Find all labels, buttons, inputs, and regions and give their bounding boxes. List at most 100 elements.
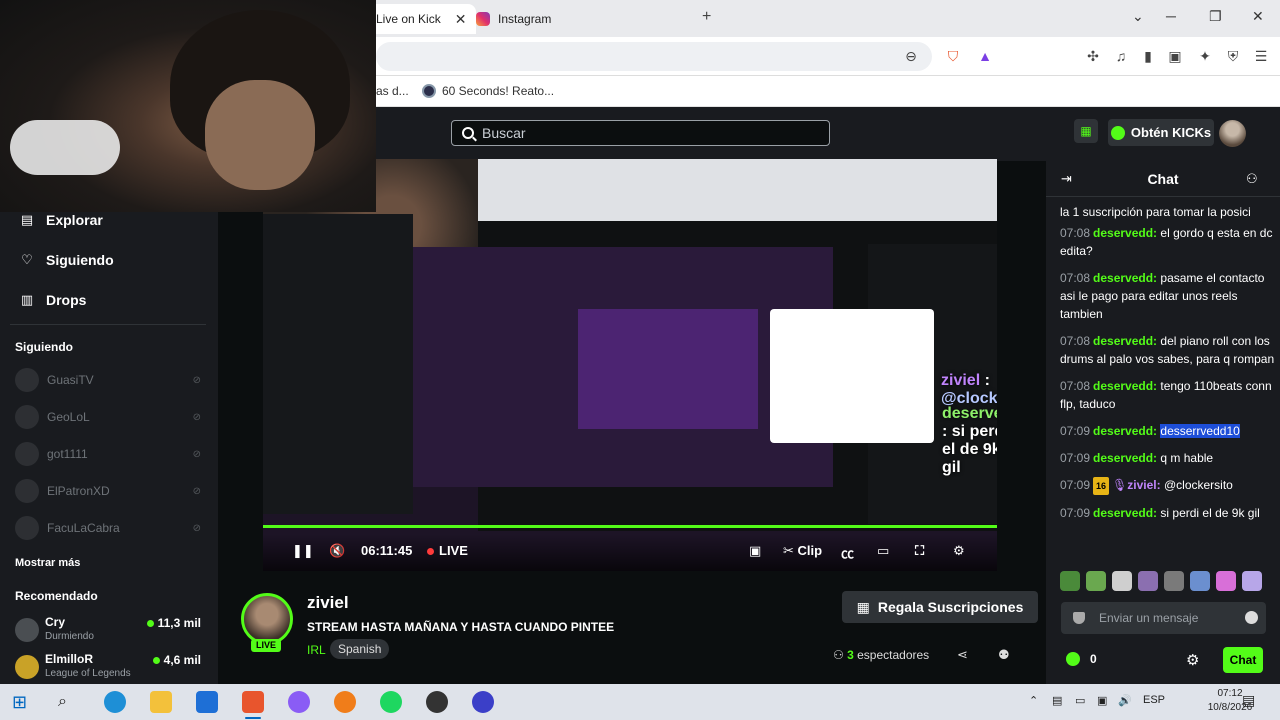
get-kicks-button[interactable]: Obtén KICKs — [1108, 119, 1214, 146]
chat-settings-icon[interactable]: ⚙ — [1186, 651, 1199, 669]
video-progress-bar[interactable] — [263, 525, 997, 528]
chat-user[interactable]: deservedd: — [1093, 271, 1157, 285]
mic-badge-icon: 🎙 — [1112, 478, 1128, 492]
chat-user[interactable]: deservedd: — [1093, 226, 1157, 240]
chat-user[interactable]: deservedd: — [1093, 424, 1157, 438]
discord-icon[interactable] — [288, 691, 310, 713]
leo-icon[interactable]: ✦ — [1196, 47, 1214, 65]
emoji-icon[interactable] — [1245, 611, 1258, 624]
notifications-icon[interactable]: ▤ — [1242, 692, 1255, 709]
tab-kick[interactable]: Live on Kick ✕ — [366, 4, 477, 34]
emote-icon[interactable] — [1060, 571, 1080, 591]
menu-icon[interactable]: ☰ — [1252, 47, 1270, 65]
obs-icon[interactable] — [426, 691, 448, 713]
tray-meet-icon[interactable]: ▭ — [1075, 694, 1085, 707]
bookmark-item[interactable]: 60 Seconds! Reato... — [422, 84, 554, 98]
follow-icon[interactable]: ⚉ — [998, 647, 1010, 663]
chat-user[interactable]: deservedd: — [1093, 506, 1157, 520]
edge-icon[interactable] — [104, 691, 126, 713]
tab-instagram[interactable]: Instagram — [466, 4, 561, 34]
chat-user[interactable]: deservedd: — [1093, 379, 1157, 393]
user-avatar[interactable] — [1219, 120, 1246, 147]
close-window-icon[interactable]: ✕ — [1252, 8, 1264, 25]
mail-icon[interactable] — [196, 691, 218, 713]
sidebar-item-explorar[interactable]: ▤ Explorar — [20, 212, 103, 228]
send-chat-button[interactable]: Chat — [1223, 647, 1263, 673]
media-icon[interactable]: ♫ — [1112, 47, 1130, 65]
stream-category[interactable]: IRL — [307, 643, 326, 657]
network-icon[interactable]: ▣ — [1097, 694, 1107, 707]
new-tab-icon[interactable]: + — [702, 8, 711, 26]
emote-icon[interactable] — [1242, 571, 1262, 591]
fl-studio-icon[interactable] — [334, 691, 356, 713]
gift-subs-button[interactable]: ▦ Regala Suscripciones — [842, 591, 1038, 623]
zoom-icon[interactable]: ⊖ — [902, 47, 920, 65]
close-tab-icon[interactable]: ✕ — [455, 11, 467, 28]
brave-icon[interactable] — [242, 691, 264, 719]
extensions-icon[interactable]: ✣ — [1084, 47, 1102, 65]
file-explorer-icon[interactable] — [150, 691, 172, 713]
chat-user[interactable]: deservedd: — [1093, 334, 1157, 348]
gift-icon[interactable]: ▦ — [1074, 119, 1098, 143]
tray-app-icon[interactable]: ▤ — [1052, 694, 1062, 707]
theater-icon[interactable]: ▣ — [749, 543, 761, 559]
vpn-icon[interactable]: ⛨ — [1224, 47, 1242, 65]
recommended-item[interactable]: Cry Durmiendo 11,3 mil — [15, 615, 205, 647]
search-icon[interactable]: ⌕ — [58, 691, 80, 713]
following-item[interactable]: GuasiTV ⊘ — [15, 367, 205, 393]
mute-icon[interactable]: 🔇 — [329, 543, 345, 559]
fullscreen-icon[interactable]: ⛶ — [915, 543, 924, 559]
maximize-icon[interactable]: ❐ — [1209, 8, 1222, 25]
stream-language-tag[interactable]: Spanish — [330, 639, 390, 659]
volume-icon[interactable]: 🔊 — [1118, 694, 1132, 707]
windows-start-icon[interactable]: ⊞ — [12, 691, 34, 713]
emote-icon[interactable] — [1164, 571, 1184, 591]
brave-rewards-icon[interactable]: ▲ — [976, 47, 994, 65]
sidebar-item-drops[interactable]: ▥ Drops — [20, 292, 87, 308]
captions-icon[interactable]: ㏄ — [841, 543, 854, 562]
wallet-icon[interactable]: ▣ — [1166, 47, 1184, 65]
chat-input[interactable]: Enviar un mensaje — [1061, 602, 1266, 634]
recommended-category: League of Legends — [45, 668, 131, 679]
brave-shield-icon[interactable]: ⛉ — [944, 47, 962, 65]
following-item[interactable]: GeoLoL ⊘ — [15, 404, 205, 430]
streamer-name[interactable]: ziviel — [307, 593, 349, 613]
bookmark-item[interactable]: as d... — [376, 84, 409, 98]
video-player[interactable]: ziviel : @clockersito deservedd : si per… — [263, 159, 997, 571]
recommended-item[interactable]: ElmilloR League of Legends 4,6 mil — [15, 652, 205, 684]
tab-search-icon[interactable]: ⌄ — [1132, 8, 1144, 25]
following-name: got1111 — [47, 447, 88, 461]
users-icon[interactable]: ⚇ — [1246, 171, 1258, 187]
sidebar-toggle-icon[interactable]: ▮ — [1139, 47, 1157, 65]
following-item[interactable]: ElPatronXD ⊘ — [15, 478, 205, 504]
url-field[interactable] — [376, 42, 932, 71]
settings-icon[interactable]: ⚙ — [953, 543, 965, 559]
pip-icon[interactable]: ▭ — [877, 543, 889, 559]
spotify-icon[interactable] — [380, 691, 402, 713]
app-icon[interactable] — [472, 691, 494, 713]
following-item[interactable]: FacuLaCabra ⊘ — [15, 515, 205, 541]
show-more-link[interactable]: Mostrar más — [15, 557, 80, 569]
kick-points[interactable]: 0 — [1066, 652, 1097, 666]
sidebar-item-siguiendo[interactable]: ♡ Siguiendo — [20, 252, 114, 268]
tray-expand-icon[interactable]: ⌃ — [1029, 694, 1038, 707]
emote-icon[interactable] — [1086, 571, 1106, 591]
chat-user[interactable]: deservedd: — [1093, 451, 1157, 465]
language-indicator[interactable]: ESP — [1143, 694, 1165, 706]
minimize-icon[interactable]: ─ — [1166, 8, 1176, 24]
streamer-avatar[interactable] — [241, 593, 293, 645]
pause-icon[interactable]: ❚❚ — [292, 543, 314, 559]
chat-message: 07:09 deservedd: si perdi el de 9k gil — [1060, 504, 1276, 522]
search-input[interactable]: Buscar — [451, 120, 830, 146]
chat-footer: 0 ⚙ Chat — [1046, 643, 1280, 679]
emote-icon[interactable] — [1216, 571, 1236, 591]
emote-icon[interactable] — [1190, 571, 1210, 591]
clip-button[interactable]: ✂ Clip — [783, 543, 822, 559]
emote-icon[interactable] — [1112, 571, 1132, 591]
following-item[interactable]: got1111 ⊘ — [15, 441, 205, 467]
chat-text: el gordo q esta en dc edita? — [1060, 226, 1273, 258]
gift-subs-label: Regala Suscripciones — [877, 599, 1024, 615]
emote-icon[interactable] — [1138, 571, 1158, 591]
chat-user[interactable]: ziviel: — [1127, 478, 1160, 492]
share-icon[interactable]: ⋖ — [957, 647, 968, 663]
